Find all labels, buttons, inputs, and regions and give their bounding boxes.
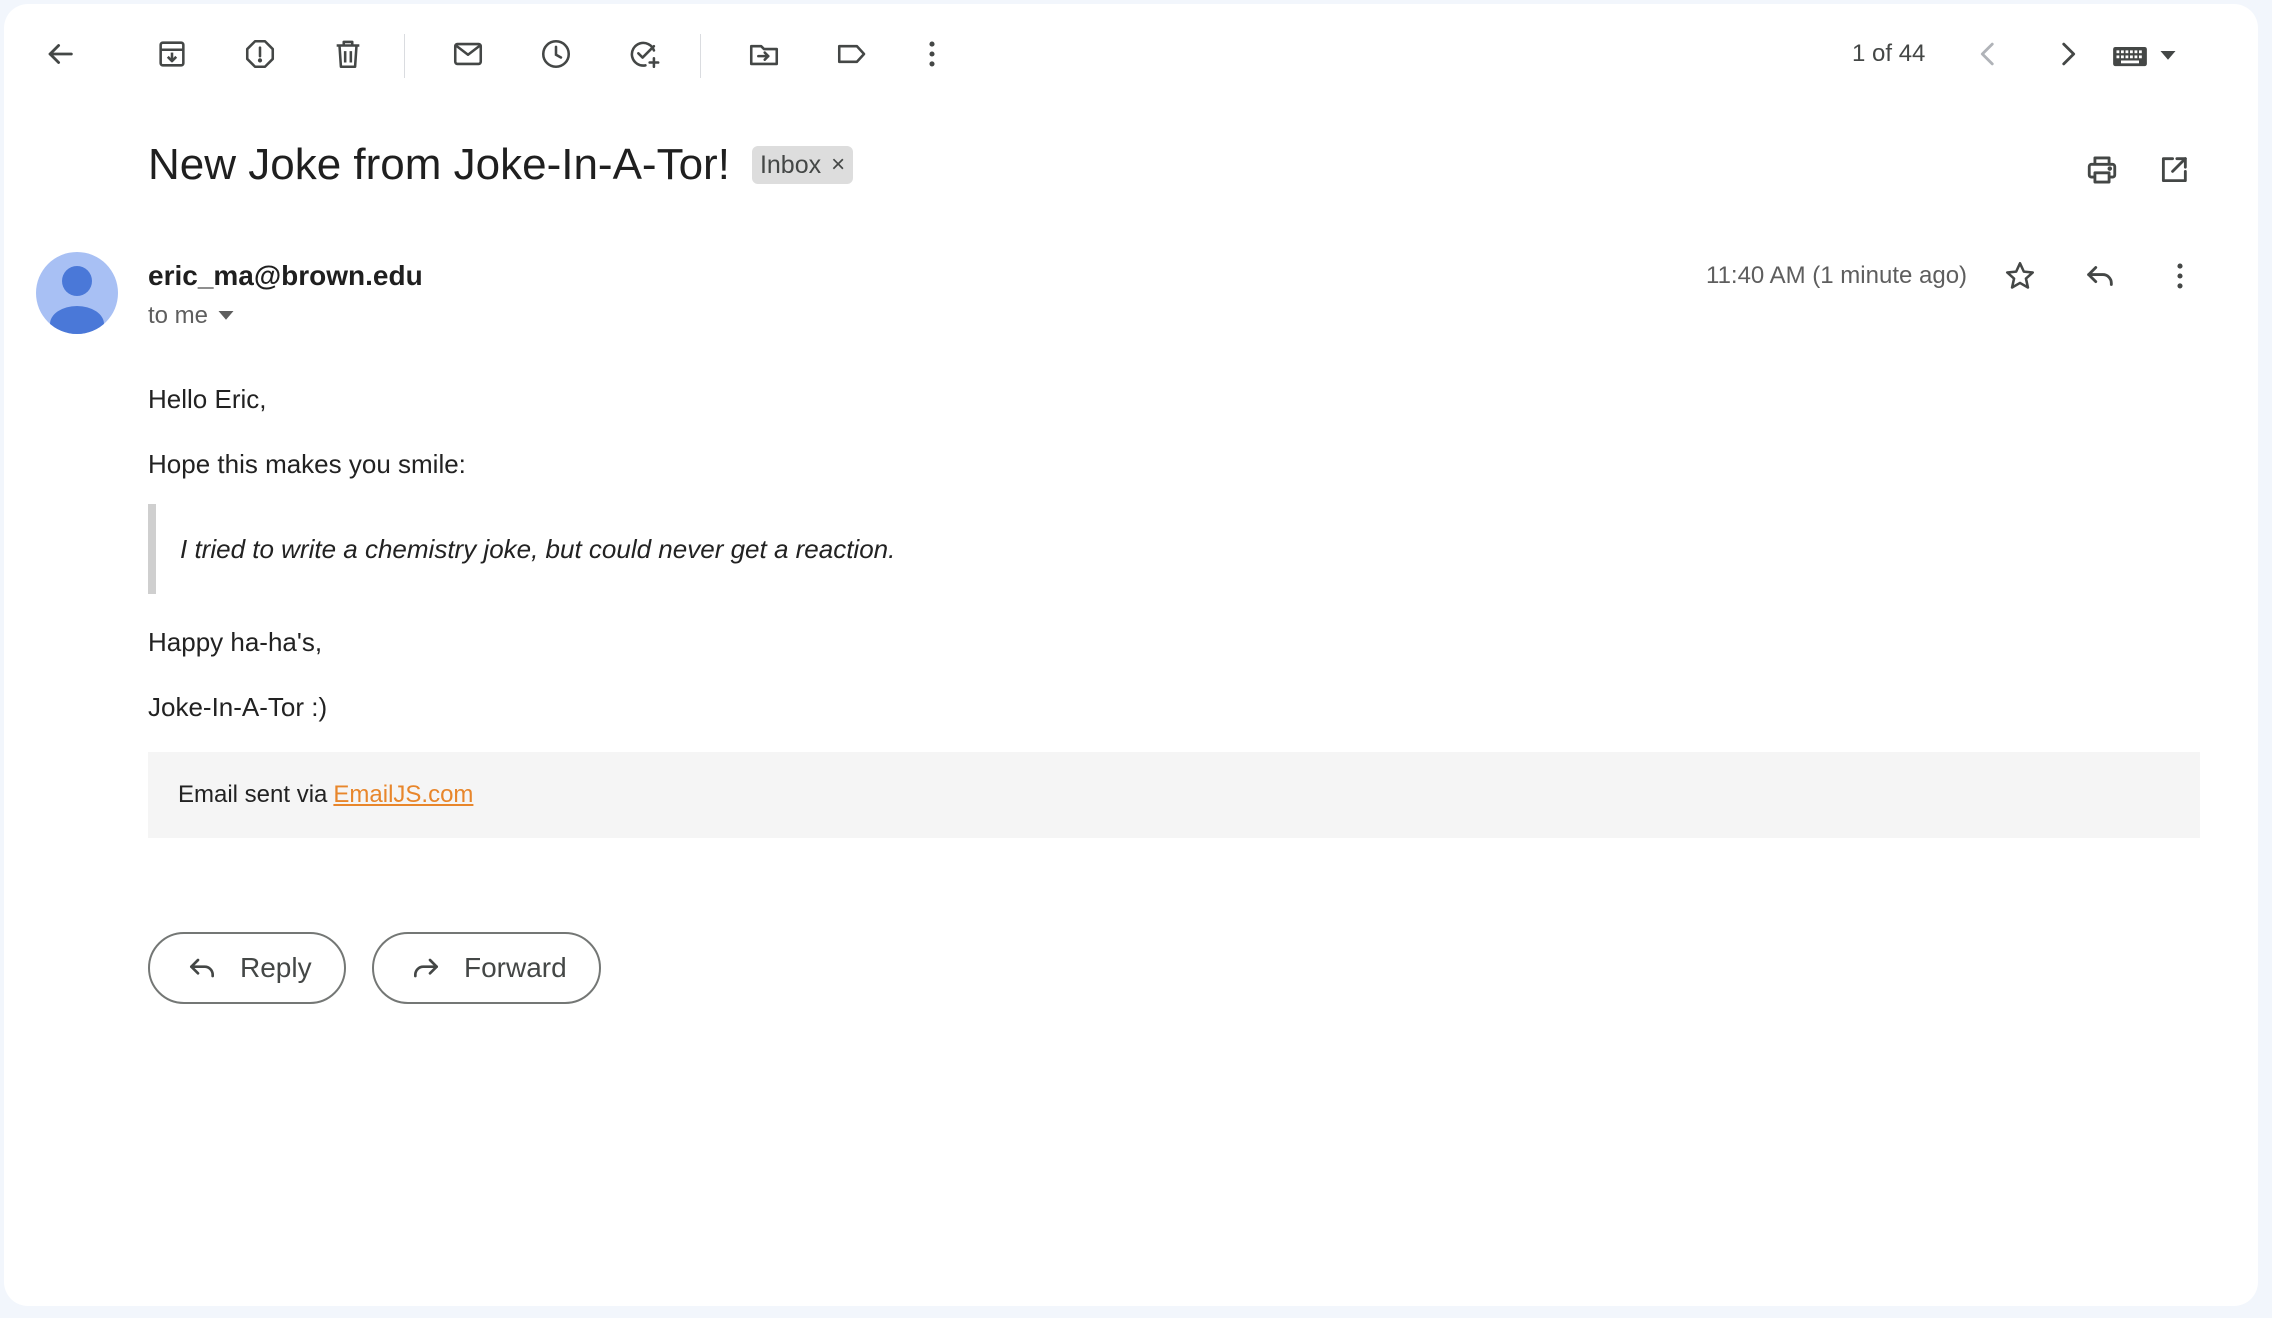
caret-down-icon <box>218 311 234 320</box>
newer-button[interactable] <box>1960 26 2016 82</box>
reply-icon-button[interactable] <box>2072 248 2128 304</box>
body-signoff: Happy ha-ha's, <box>148 627 323 657</box>
snooze-icon <box>541 39 571 69</box>
sender-email[interactable]: eric_ma@brown.edu <box>148 260 423 292</box>
delete-button[interactable] <box>320 26 376 82</box>
forward-button[interactable]: Forward <box>372 932 601 1004</box>
more-options-button[interactable] <box>904 26 960 82</box>
more-vert-icon <box>2177 263 2183 289</box>
archive-icon <box>159 41 185 67</box>
emailjs-link[interactable]: EmailJS.com <box>333 781 473 809</box>
keyboard-icon <box>2113 47 2147 67</box>
body-signature: Joke-In-A-Tor :) <box>148 692 328 722</box>
label-icon <box>837 44 866 64</box>
subject-row: New Joke from Joke-In-A-Tor! Inbox × <box>148 140 854 190</box>
input-tools-button[interactable] <box>2112 34 2176 78</box>
footer-prefix: Email sent via <box>178 781 328 808</box>
reply-icon <box>2087 266 2113 286</box>
sender-avatar[interactable] <box>36 252 118 334</box>
mark-unread-button[interactable] <box>440 26 496 82</box>
star-button[interactable] <box>1992 248 2048 304</box>
delete-icon <box>336 40 360 69</box>
pager-count: 1 of 44 <box>1852 40 1926 67</box>
star-icon <box>2005 261 2035 289</box>
recipient-label: to me <box>148 302 209 329</box>
joke-quote: I tried to write a chemistry joke, but c… <box>148 504 1048 594</box>
email-subject: New Joke from Joke-In-A-Tor! <box>148 140 730 189</box>
chevron-left-icon <box>1980 42 1994 66</box>
message-more-button[interactable] <box>2152 248 2208 304</box>
email-timestamp: 11:40 AM (1 minute ago) <box>1706 262 1968 289</box>
add-to-tasks-button[interactable] <box>616 26 672 82</box>
back-arrow-icon <box>48 44 73 64</box>
report-spam-icon <box>245 39 275 69</box>
reply-icon <box>190 958 214 978</box>
toolbar-divider <box>404 34 405 78</box>
mark-unread-icon <box>453 42 483 66</box>
body-intro: Hope this makes you smile: <box>148 449 466 479</box>
open-in-new-icon <box>2161 157 2187 183</box>
print-all-button[interactable] <box>2074 142 2130 198</box>
chevron-right-icon <box>2062 42 2076 66</box>
archive-button[interactable] <box>144 26 200 82</box>
toolbar: 1 of 44 <box>4 4 2258 108</box>
snooze-button[interactable] <box>528 26 584 82</box>
body-greeting: Hello Eric, <box>148 384 267 414</box>
label-chip-text: Inbox <box>759 150 822 179</box>
report-spam-button[interactable] <box>232 26 288 82</box>
back-button[interactable] <box>32 26 88 82</box>
reply-button[interactable]: Reply <box>148 932 346 1004</box>
joke-text: I tried to write a chemistry joke, but c… <box>180 533 896 564</box>
print-icon <box>2087 156 2117 184</box>
reply-button-label: Reply <box>240 952 312 983</box>
caret-down-icon <box>2160 51 2176 60</box>
more-vert-icon <box>929 41 935 67</box>
remove-label-icon[interactable]: × <box>831 153 845 177</box>
email-view-panel: 1 of 44 New Joke from Joke-In-A-Tor! Inb… <box>4 4 2258 1306</box>
older-button[interactable] <box>2040 26 2096 82</box>
forward-button-label: Forward <box>464 952 567 983</box>
move-to-button[interactable] <box>736 26 792 82</box>
open-new-window-button[interactable] <box>2146 142 2202 198</box>
person-icon <box>50 266 104 334</box>
move-to-icon <box>749 44 779 66</box>
email-footer: Email sent via EmailJS.com <box>148 752 2200 838</box>
add-to-tasks-icon <box>630 41 660 69</box>
inbox-label-chip[interactable]: Inbox × <box>751 146 854 184</box>
recipient-details-toggle[interactable]: to me <box>148 302 234 330</box>
forward-icon <box>414 958 438 978</box>
labels-button[interactable] <box>824 26 880 82</box>
toolbar-divider <box>700 34 701 78</box>
